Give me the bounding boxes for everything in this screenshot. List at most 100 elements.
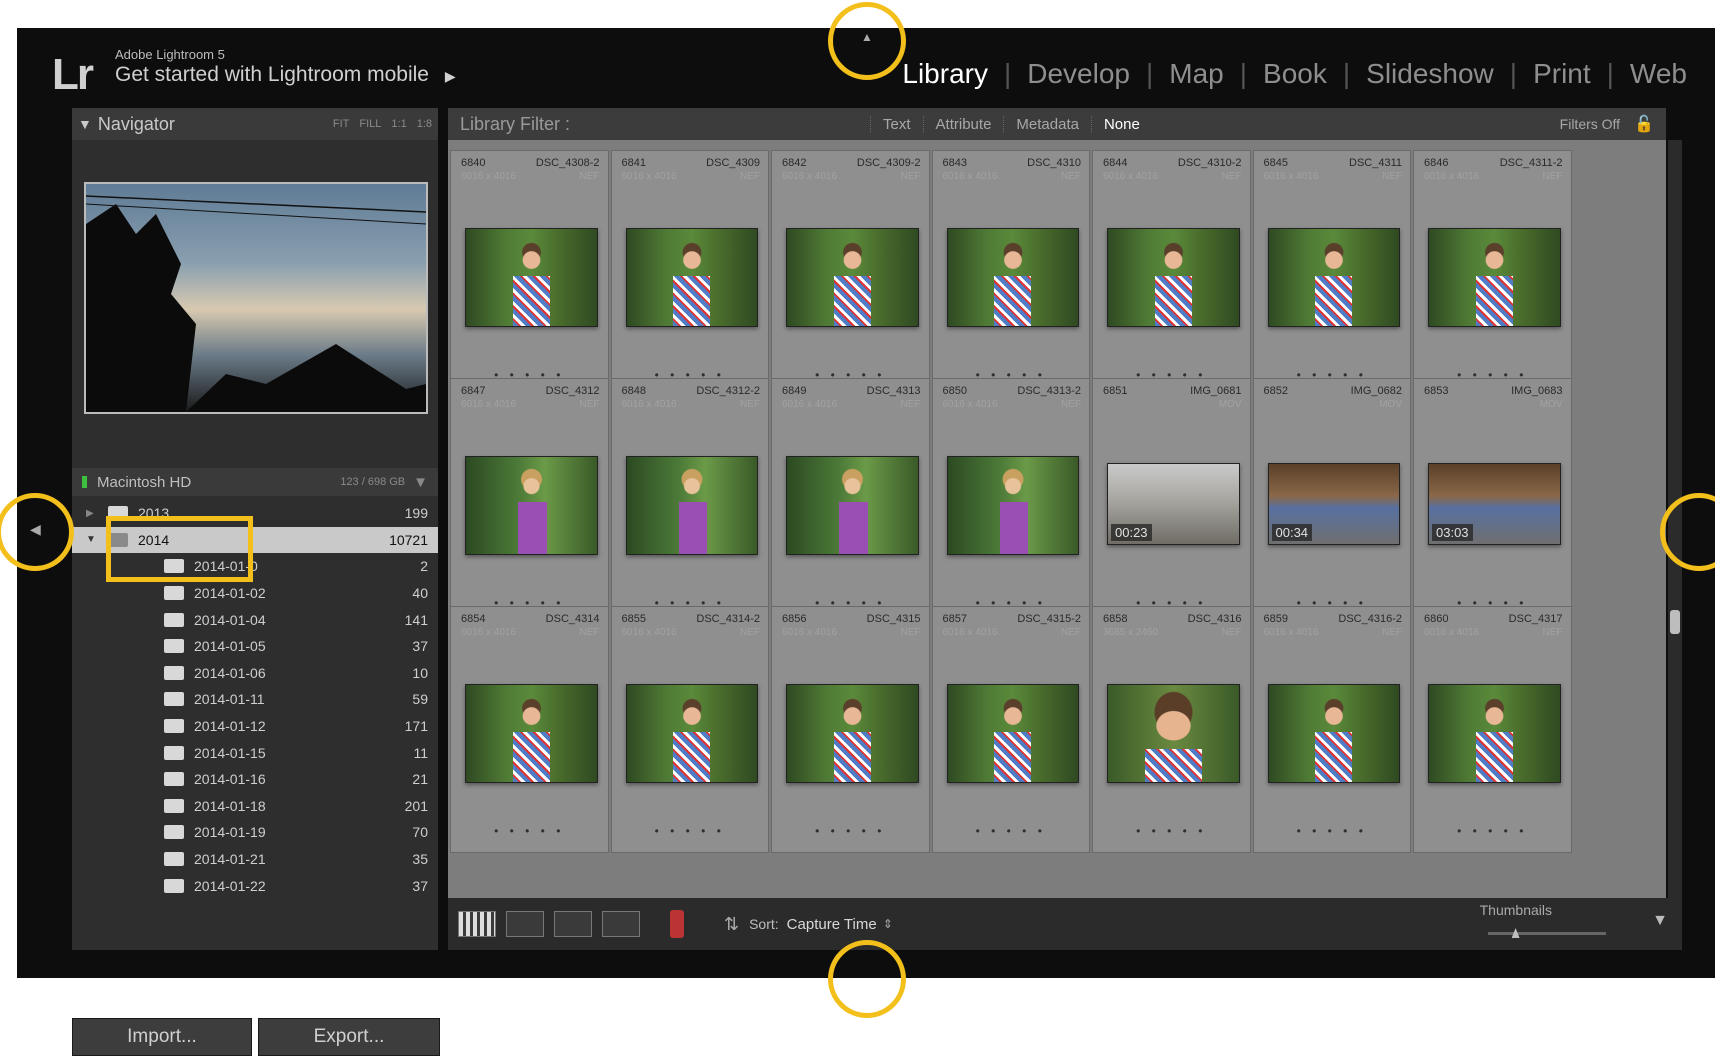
photo-cell[interactable]: 6855 DSC_4314-2 6016 x 4016 NEF • • • • • [610,606,769,853]
left-panel-arrow-icon[interactable]: ◀ [30,521,41,538]
photo-thumbnail[interactable] [625,456,758,555]
folder-row[interactable]: 2014-01-22 37 [72,872,438,899]
photo-cell[interactable]: 6860 DSC_4317 6016 x 4016 NEF • • • • • [1413,606,1572,853]
folder-row[interactable]: 2014-01-12 171 [72,713,438,740]
photo-thumbnail[interactable] [786,684,919,783]
sort-select[interactable]: Capture Time [787,916,877,933]
module-library[interactable]: Library [886,58,1004,90]
sort-stepper-icon[interactable]: ⇕ [883,917,893,931]
survey-view-icon[interactable] [602,911,640,937]
folder-row[interactable]: 2014-01-16 21 [72,766,438,793]
folder-icon [164,665,184,680]
folder-row[interactable]: 2014-01-21 35 [72,846,438,873]
photo-cell[interactable]: 6849 DSC_4313 6016 x 4016 NEF • • • • • [771,378,930,625]
loupe-view-icon[interactable] [506,911,544,937]
zoom-1-1[interactable]: 1:1 [391,118,406,130]
module-book[interactable]: Book [1247,58,1343,90]
folder-row[interactable]: 2014-01-15 11 [72,739,438,766]
photo-extension: MOV [1539,399,1563,410]
disclosure-triangle-icon[interactable]: ▼ [86,534,108,545]
photo-thumbnail[interactable]: 00:23 [1107,463,1240,545]
navigator-header[interactable]: ▼ Navigator FIT FILL 1:1 1:8 [72,108,438,140]
photo-thumbnail[interactable] [946,228,1079,327]
photo-cell[interactable]: 6842 DSC_4309-2 6016 x 4016 NEF • • • • • [771,150,930,397]
top-panel-arrow-icon[interactable]: ▲ [861,30,873,44]
photo-cell[interactable]: 6858 DSC_4316 3685 x 2460 NEF • • • • • [1092,606,1251,853]
folder-row[interactable]: 2014-01-11 59 [72,686,438,713]
filter-text[interactable]: Text [870,115,923,133]
photo-cell[interactable]: 6845 DSC_4311 6016 x 4016 NEF • • • • • [1252,150,1411,397]
drive-row[interactable]: Macintosh HD 123 / 698 GB ▼ [72,468,438,496]
toolbar-menu-icon[interactable]: ▼ [1652,912,1668,930]
folder-row[interactable]: 2014-01-02 40 [72,580,438,607]
photo-thumbnail[interactable]: 00:34 [1267,463,1400,545]
photo-thumbnail[interactable] [786,456,919,555]
photo-cell[interactable]: 6840 DSC_4308-2 6016 x 4016 NEF • • • • • [450,150,609,397]
zoom-1-8[interactable]: 1:8 [417,118,432,130]
scrollbar-thumb[interactable] [1670,610,1680,634]
slider-knob[interactable] [1511,928,1520,938]
photo-cell[interactable]: 6852 IMG_0682 MOV 00:34 • • • • • [1252,378,1411,625]
mobile-prompt[interactable]: Get started with Lightroom mobile ▶ [115,63,456,87]
grid-view-icon[interactable] [458,911,496,937]
folder-row[interactable]: 2014-01-04 141 [72,606,438,633]
photo-thumbnail[interactable] [1107,228,1240,327]
photo-thumbnail[interactable] [465,228,598,327]
navigator-preview[interactable] [84,182,428,414]
photo-thumbnail[interactable] [625,684,758,783]
photo-cell[interactable]: 6859 DSC_4316-2 6016 x 4016 NEF • • • • • [1252,606,1411,853]
module-slideshow[interactable]: Slideshow [1350,58,1510,90]
photo-thumbnail[interactable] [625,228,758,327]
compare-view-icon[interactable] [554,911,592,937]
photo-cell[interactable]: 6850 DSC_4313-2 6016 x 4016 NEF • • • • • [931,378,1090,625]
folder-row[interactable]: 2014-01-06 10 [72,660,438,687]
photo-cell[interactable]: 6848 DSC_4312-2 6016 x 4016 NEF • • • • • [610,378,769,625]
photo-cell[interactable]: 6853 IMG_0683 MOV 03:03 • • • • • [1413,378,1572,625]
import-button[interactable]: Import... [72,1018,252,1056]
photo-thumbnail[interactable] [1267,684,1400,783]
photo-thumbnail[interactable] [1107,684,1240,783]
photo-thumbnail[interactable] [946,684,1079,783]
disclosure-triangle-icon[interactable]: ▶ [86,508,108,519]
photo-thumbnail[interactable] [465,684,598,783]
module-print[interactable]: Print [1517,58,1607,90]
photo-cell[interactable]: 6844 DSC_4310-2 6016 x 4016 NEF • • • • • [1092,150,1251,397]
photo-cell[interactable]: 6851 IMG_0681 MOV 00:23 • • • • • [1092,378,1251,625]
folder-icon [164,639,184,654]
photo-cell[interactable]: 6847 DSC_4312 6016 x 4016 NEF • • • • • [450,378,609,625]
filters-status[interactable]: Filters Off [1560,116,1620,132]
photo-thumbnail[interactable] [1267,228,1400,327]
export-button[interactable]: Export... [258,1018,440,1056]
thumbnail-size-slider[interactable] [1488,928,1606,938]
folder-name: 2014-01-12 [194,718,266,735]
filter-none[interactable]: None [1090,115,1152,133]
collapse-triangle-icon[interactable]: ▼ [78,116,92,132]
painter-icon[interactable] [670,910,684,938]
filter-attribute[interactable]: Attribute [922,115,1004,133]
folder-row[interactable]: 2014-01-19 70 [72,819,438,846]
module-web[interactable]: Web [1614,58,1703,90]
module-map[interactable]: Map [1153,58,1239,90]
module-develop[interactable]: Develop [1011,58,1146,90]
folder-row[interactable]: 2014-01-18 201 [72,793,438,820]
zoom-fill[interactable]: FILL [359,118,381,130]
photo-thumbnail[interactable] [465,456,598,555]
folder-row[interactable]: 2014-01-05 37 [72,633,438,660]
drive-menu-icon[interactable]: ▼ [413,474,428,491]
photo-cell[interactable]: 6843 DSC_4310 6016 x 4016 NEF • • • • • [931,150,1090,397]
photo-cell[interactable]: 6846 DSC_4311-2 6016 x 4016 NEF • • • • • [1413,150,1572,397]
photo-thumbnail[interactable] [1428,228,1561,327]
lock-icon[interactable]: 🔓 [1634,114,1654,134]
photo-cell[interactable]: 6856 DSC_4315 6016 x 4016 NEF • • • • • [771,606,930,853]
photo-thumbnail[interactable] [786,228,919,327]
photo-thumbnail[interactable] [946,456,1079,555]
filter-metadata[interactable]: Metadata [1003,115,1091,133]
sort-direction-icon[interactable]: ⇅ [724,914,739,935]
zoom-fit[interactable]: FIT [333,118,350,130]
photo-thumbnail[interactable] [1428,684,1561,783]
folder-icon [164,798,184,813]
photo-thumbnail[interactable]: 03:03 [1428,463,1561,545]
photo-cell[interactable]: 6857 DSC_4315-2 6016 x 4016 NEF • • • • • [931,606,1090,853]
photo-cell[interactable]: 6854 DSC_4314 6016 x 4016 NEF • • • • • [450,606,609,853]
photo-cell[interactable]: 6841 DSC_4309 6016 x 4016 NEF • • • • • [610,150,769,397]
